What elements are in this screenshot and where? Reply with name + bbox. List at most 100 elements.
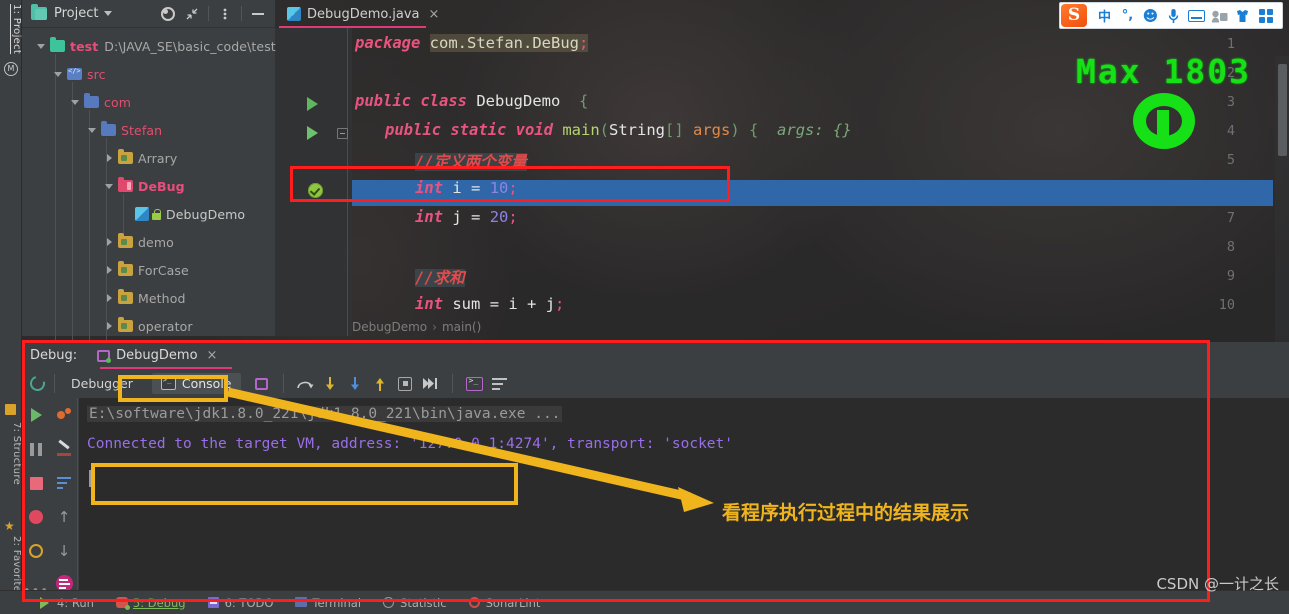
- tab-debugdemo-java[interactable]: DebugDemo.java ×: [279, 0, 447, 28]
- tab-console-label: Console: [181, 376, 232, 391]
- user-account-icon[interactable]: [1208, 4, 1231, 27]
- rerun-icon[interactable]: [27, 373, 48, 394]
- expand-arrow-icon[interactable]: [36, 40, 48, 52]
- tab-debugger[interactable]: Debugger: [64, 374, 140, 393]
- package-icon: [101, 121, 116, 136]
- expand-arrow-icon[interactable]: [104, 320, 116, 332]
- tree-item-com[interactable]: com: [22, 88, 275, 116]
- console-output[interactable]: E:\software\jdk1.8.0_221\jdk1.8.0_221\bi…: [79, 398, 1289, 590]
- mute-breakpoints-icon[interactable]: [249, 373, 274, 395]
- fold-marker-icon[interactable]: [337, 128, 348, 139]
- step-into-icon[interactable]: [318, 373, 343, 395]
- settings-lines-icon[interactable]: [487, 373, 512, 395]
- tree-item-stefan[interactable]: Stefan: [22, 116, 275, 144]
- step-out-icon[interactable]: [368, 373, 393, 395]
- package-icon: [118, 261, 133, 276]
- favorites-star-icon: ★: [4, 519, 15, 533]
- evaluate-expression-icon[interactable]: [462, 373, 487, 395]
- expand-arrow-icon[interactable]: [53, 68, 65, 80]
- expand-arrow-icon[interactable]: [70, 96, 82, 108]
- emoji-icon[interactable]: ☻: [1139, 4, 1162, 27]
- editor-gutter[interactable]: [275, 28, 352, 336]
- tree-item-operator[interactable]: operator: [22, 312, 275, 340]
- scrollbar-thumb[interactable]: [1278, 64, 1287, 156]
- run-class-marker-icon[interactable]: [307, 97, 318, 111]
- breakpoint-verified-icon[interactable]: [308, 183, 323, 198]
- bottom-item-debug[interactable]: 5: Debug: [115, 596, 186, 610]
- close-icon[interactable]: ×: [429, 7, 440, 22]
- tab-console[interactable]: Console: [151, 373, 241, 394]
- tree-item-debugdemo[interactable]: DebugDemo: [22, 200, 275, 228]
- package-name: com.Stefan.DeBug: [429, 34, 579, 52]
- locate-file-icon[interactable]: [157, 3, 179, 25]
- tree-item-arrary[interactable]: Arrary: [22, 144, 275, 172]
- tree-item-debug[interactable]: DeBug: [22, 172, 275, 200]
- bottom-item-run[interactable]: 4: Run: [40, 596, 94, 610]
- bottom-item-statistic[interactable]: Statistic: [383, 596, 447, 610]
- options-vertical-dots-icon[interactable]: [214, 3, 236, 25]
- collapse-all-icon[interactable]: [181, 3, 203, 25]
- tree-item-src[interactable]: src: [22, 60, 275, 88]
- breadcrumb[interactable]: DebugDemo › main(): [352, 320, 481, 334]
- sogou-logo-icon[interactable]: S: [1061, 4, 1087, 27]
- soft-keyboard-icon[interactable]: [1185, 4, 1208, 27]
- skin-icon[interactable]: [1231, 4, 1254, 27]
- mute-breakpoints-circle-icon[interactable]: [22, 534, 50, 568]
- breadcrumb-class[interactable]: DebugDemo: [352, 320, 427, 334]
- run-to-cursor-icon[interactable]: [418, 373, 443, 395]
- chevron-down-icon[interactable]: [104, 11, 113, 16]
- debug-session-tab[interactable]: DebugDemo ×: [97, 348, 217, 363]
- indent-guide: [347, 28, 348, 336]
- expand-arrow-icon[interactable]: [104, 292, 116, 304]
- resume-program-icon[interactable]: [22, 398, 50, 432]
- bottom-item-terminal[interactable]: Terminal: [295, 596, 361, 610]
- close-icon[interactable]: ×: [207, 348, 218, 363]
- run-method-marker-icon[interactable]: [307, 126, 318, 140]
- tree-item-method[interactable]: Method: [22, 284, 275, 312]
- sidebar-item-structure[interactable]: 7: Structure: [0, 420, 22, 487]
- view-breakpoints-icon[interactable]: [22, 500, 50, 534]
- scroll-down-icon[interactable]: ↓: [50, 534, 78, 568]
- breadcrumb-method[interactable]: main(): [442, 320, 481, 334]
- sidebar-item-project[interactable]: 1: Project: [0, 2, 22, 56]
- chinese-mode-icon[interactable]: 中: [1093, 4, 1116, 27]
- keyword-int: int: [415, 295, 443, 313]
- punctuation-icon[interactable]: °,: [1116, 4, 1139, 27]
- param-name: args: [693, 121, 731, 139]
- bottom-item-todo[interactable]: 6: TODO: [207, 596, 273, 610]
- expand-arrow-icon[interactable]: [104, 152, 116, 164]
- tree-item-demo[interactable]: demo: [22, 228, 275, 256]
- param-type: String: [609, 121, 665, 139]
- expand-arrow-icon[interactable]: [104, 264, 116, 276]
- structure-icon: [5, 404, 16, 415]
- step-over-icon[interactable]: [293, 373, 318, 395]
- voice-input-icon[interactable]: [1162, 4, 1185, 27]
- pause-program-icon[interactable]: [22, 432, 50, 466]
- tree-item-forcase[interactable]: ForCase: [22, 256, 275, 284]
- threads-icon[interactable]: [50, 398, 78, 432]
- bottom-item-sonarlint[interactable]: SonarLint: [468, 596, 540, 610]
- tree-label: com: [104, 94, 131, 110]
- ime-toolbar[interactable]: S 中 °, ☻: [1059, 2, 1283, 29]
- drop-frame-icon[interactable]: [393, 373, 418, 395]
- stop-icon[interactable]: [22, 466, 50, 500]
- console-caret: [89, 470, 93, 487]
- code-line-7: int j = 20;: [415, 208, 1289, 226]
- toolbox-icon[interactable]: [1254, 4, 1277, 27]
- expand-arrow-icon[interactable]: [87, 124, 99, 136]
- editor-scrollbar[interactable]: [1275, 56, 1289, 364]
- tree-item-test[interactable]: test D:\JAVA_SE\basic_code\test: [22, 32, 276, 60]
- project-panel-title: Project: [54, 6, 99, 21]
- force-step-into-icon[interactable]: [343, 373, 368, 395]
- expand-arrow-icon[interactable]: [104, 236, 116, 248]
- scroll-up-icon[interactable]: ↑: [50, 500, 78, 534]
- package-icon: [118, 149, 133, 164]
- hide-panel-icon[interactable]: [247, 3, 269, 25]
- restore-layout-icon[interactable]: [50, 432, 78, 466]
- left-tool-strip: 1: Project M 7: Structure ★ 2: Favorites: [0, 0, 22, 614]
- tree-label: DeBug: [138, 178, 185, 194]
- maven-icon[interactable]: M: [4, 62, 18, 76]
- sort-icon[interactable]: [50, 466, 78, 500]
- bottom-item-label: Statistic: [400, 595, 447, 610]
- expand-arrow-icon[interactable]: [104, 180, 116, 192]
